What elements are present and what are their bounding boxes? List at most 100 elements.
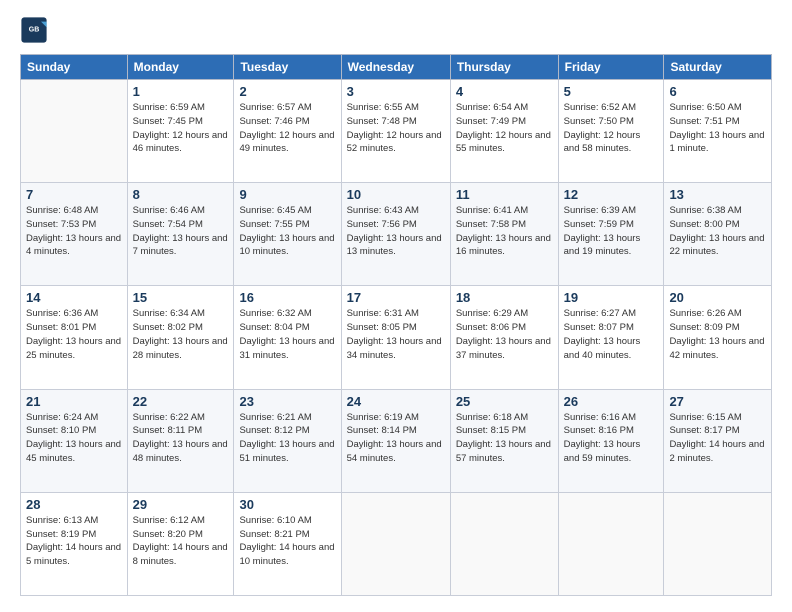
calendar-day-header: Monday bbox=[127, 55, 234, 80]
day-info: Sunrise: 6:57 AM Sunset: 7:46 PM Dayligh… bbox=[239, 101, 335, 156]
day-info: Sunrise: 6:19 AM Sunset: 8:14 PM Dayligh… bbox=[347, 411, 445, 466]
day-number: 23 bbox=[239, 394, 335, 409]
day-info: Sunrise: 6:24 AM Sunset: 8:10 PM Dayligh… bbox=[26, 411, 122, 466]
calendar-cell: 22 Sunrise: 6:22 AM Sunset: 8:11 PM Dayli… bbox=[127, 389, 234, 492]
day-number: 1 bbox=[133, 84, 229, 99]
day-info: Sunrise: 6:38 AM Sunset: 8:00 PM Dayligh… bbox=[669, 204, 766, 259]
calendar-cell: 20 Sunrise: 6:26 AM Sunset: 8:09 PM Dayli… bbox=[664, 286, 772, 389]
day-number: 9 bbox=[239, 187, 335, 202]
calendar-cell bbox=[450, 492, 558, 595]
logo: GB bbox=[20, 16, 52, 44]
day-info: Sunrise: 6:27 AM Sunset: 8:07 PM Dayligh… bbox=[564, 307, 659, 362]
day-info: Sunrise: 6:13 AM Sunset: 8:19 PM Dayligh… bbox=[26, 514, 122, 569]
day-number: 6 bbox=[669, 84, 766, 99]
calendar-cell: 19Sunrise: 6:27 AM Sunset: 8:07 PM Dayli… bbox=[558, 286, 664, 389]
calendar-cell: 21 Sunrise: 6:24 AM Sunset: 8:10 PM Dayli… bbox=[21, 389, 128, 492]
day-number: 20 bbox=[669, 290, 766, 305]
day-number: 27 bbox=[669, 394, 766, 409]
calendar-cell bbox=[558, 492, 664, 595]
calendar-cell: 17Sunrise: 6:31 AM Sunset: 8:05 PM Dayli… bbox=[341, 286, 450, 389]
day-number: 26 bbox=[564, 394, 659, 409]
day-number: 21 bbox=[26, 394, 122, 409]
day-info: Sunrise: 6:16 AM Sunset: 8:16 PM Dayligh… bbox=[564, 411, 659, 466]
svg-text:GB: GB bbox=[29, 26, 40, 33]
day-info: Sunrise: 6:59 AM Sunset: 7:45 PM Dayligh… bbox=[133, 101, 229, 156]
calendar-cell: 6 Sunrise: 6:50 AM Sunset: 7:51 PM Daylig… bbox=[664, 80, 772, 183]
calendar-cell bbox=[664, 492, 772, 595]
logo-icon: GB bbox=[20, 16, 48, 44]
calendar-cell: 18 Sunrise: 6:29 AM Sunset: 8:06 PM Dayli… bbox=[450, 286, 558, 389]
calendar-day-header: Tuesday bbox=[234, 55, 341, 80]
day-info: Sunrise: 6:41 AM Sunset: 7:58 PM Dayligh… bbox=[456, 204, 553, 259]
day-number: 11 bbox=[456, 187, 553, 202]
calendar-cell: 24 Sunrise: 6:19 AM Sunset: 8:14 PM Dayli… bbox=[341, 389, 450, 492]
day-info: Sunrise: 6:34 AM Sunset: 8:02 PM Dayligh… bbox=[133, 307, 229, 362]
day-info: Sunrise: 6:36 AM Sunset: 8:01 PM Dayligh… bbox=[26, 307, 122, 362]
day-number: 2 bbox=[239, 84, 335, 99]
day-number: 30 bbox=[239, 497, 335, 512]
day-info: Sunrise: 6:31 AM Sunset: 8:05 PM Dayligh… bbox=[347, 307, 445, 362]
calendar-cell: 11 Sunrise: 6:41 AM Sunset: 7:58 PM Dayli… bbox=[450, 183, 558, 286]
calendar-week-row: 28Sunrise: 6:13 AM Sunset: 8:19 PM Dayli… bbox=[21, 492, 772, 595]
day-info: Sunrise: 6:15 AM Sunset: 8:17 PM Dayligh… bbox=[669, 411, 766, 466]
day-info: Sunrise: 6:21 AM Sunset: 8:12 PM Dayligh… bbox=[239, 411, 335, 466]
calendar-cell: 8Sunrise: 6:46 AM Sunset: 7:54 PM Daylig… bbox=[127, 183, 234, 286]
day-number: 3 bbox=[347, 84, 445, 99]
day-info: Sunrise: 6:22 AM Sunset: 8:11 PM Dayligh… bbox=[133, 411, 229, 466]
day-number: 7 bbox=[26, 187, 122, 202]
calendar-cell: 30Sunrise: 6:10 AM Sunset: 8:21 PM Dayli… bbox=[234, 492, 341, 595]
day-info: Sunrise: 6:18 AM Sunset: 8:15 PM Dayligh… bbox=[456, 411, 553, 466]
calendar-day-header: Sunday bbox=[21, 55, 128, 80]
day-number: 10 bbox=[347, 187, 445, 202]
calendar-table: SundayMondayTuesdayWednesdayThursdayFrid… bbox=[20, 54, 772, 596]
day-info: Sunrise: 6:29 AM Sunset: 8:06 PM Dayligh… bbox=[456, 307, 553, 362]
day-number: 4 bbox=[456, 84, 553, 99]
day-number: 24 bbox=[347, 394, 445, 409]
day-number: 12 bbox=[564, 187, 659, 202]
calendar-cell: 4 Sunrise: 6:54 AM Sunset: 7:49 PM Daylig… bbox=[450, 80, 558, 183]
day-number: 29 bbox=[133, 497, 229, 512]
day-number: 15 bbox=[133, 290, 229, 305]
day-info: Sunrise: 6:48 AM Sunset: 7:53 PM Dayligh… bbox=[26, 204, 122, 259]
calendar-cell: 5 Sunrise: 6:52 AM Sunset: 7:50 PM Daylig… bbox=[558, 80, 664, 183]
calendar-cell: 10 Sunrise: 6:43 AM Sunset: 7:56 PM Dayli… bbox=[341, 183, 450, 286]
calendar-week-row: 1 Sunrise: 6:59 AM Sunset: 7:45 PM Daylig… bbox=[21, 80, 772, 183]
calendar-day-header: Friday bbox=[558, 55, 664, 80]
calendar-cell: 28Sunrise: 6:13 AM Sunset: 8:19 PM Dayli… bbox=[21, 492, 128, 595]
day-number: 16 bbox=[239, 290, 335, 305]
calendar-cell: 23 Sunrise: 6:21 AM Sunset: 8:12 PM Dayli… bbox=[234, 389, 341, 492]
calendar-cell: 29Sunrise: 6:12 AM Sunset: 8:20 PM Dayli… bbox=[127, 492, 234, 595]
calendar-cell: 1 Sunrise: 6:59 AM Sunset: 7:45 PM Daylig… bbox=[127, 80, 234, 183]
day-info: Sunrise: 6:43 AM Sunset: 7:56 PM Dayligh… bbox=[347, 204, 445, 259]
day-info: Sunrise: 6:39 AM Sunset: 7:59 PM Dayligh… bbox=[564, 204, 659, 259]
calendar-day-header: Saturday bbox=[664, 55, 772, 80]
calendar-cell: 25 Sunrise: 6:18 AM Sunset: 8:15 PM Dayli… bbox=[450, 389, 558, 492]
day-number: 25 bbox=[456, 394, 553, 409]
day-number: 13 bbox=[669, 187, 766, 202]
calendar-day-header: Thursday bbox=[450, 55, 558, 80]
day-info: Sunrise: 6:32 AM Sunset: 8:04 PM Dayligh… bbox=[239, 307, 335, 362]
calendar-week-row: 21 Sunrise: 6:24 AM Sunset: 8:10 PM Dayli… bbox=[21, 389, 772, 492]
calendar-cell bbox=[341, 492, 450, 595]
calendar-week-row: 14 Sunrise: 6:36 AM Sunset: 8:01 PM Dayli… bbox=[21, 286, 772, 389]
day-number: 22 bbox=[133, 394, 229, 409]
day-info: Sunrise: 6:52 AM Sunset: 7:50 PM Dayligh… bbox=[564, 101, 659, 156]
day-number: 14 bbox=[26, 290, 122, 305]
day-info: Sunrise: 6:46 AM Sunset: 7:54 PM Dayligh… bbox=[133, 204, 229, 259]
day-info: Sunrise: 6:45 AM Sunset: 7:55 PM Dayligh… bbox=[239, 204, 335, 259]
calendar-cell: 7 Sunrise: 6:48 AM Sunset: 7:53 PM Daylig… bbox=[21, 183, 128, 286]
calendar-cell bbox=[21, 80, 128, 183]
day-info: Sunrise: 6:26 AM Sunset: 8:09 PM Dayligh… bbox=[669, 307, 766, 362]
day-info: Sunrise: 6:50 AM Sunset: 7:51 PM Dayligh… bbox=[669, 101, 766, 156]
day-number: 18 bbox=[456, 290, 553, 305]
calendar-cell: 26 Sunrise: 6:16 AM Sunset: 8:16 PM Dayli… bbox=[558, 389, 664, 492]
day-number: 5 bbox=[564, 84, 659, 99]
calendar-day-header: Wednesday bbox=[341, 55, 450, 80]
calendar-header-row: SundayMondayTuesdayWednesdayThursdayFrid… bbox=[21, 55, 772, 80]
calendar-week-row: 7 Sunrise: 6:48 AM Sunset: 7:53 PM Daylig… bbox=[21, 183, 772, 286]
calendar-cell: 3Sunrise: 6:55 AM Sunset: 7:48 PM Daylig… bbox=[341, 80, 450, 183]
day-info: Sunrise: 6:54 AM Sunset: 7:49 PM Dayligh… bbox=[456, 101, 553, 156]
page: GB SundayMondayTuesdayWednesdayThursdayF… bbox=[0, 0, 792, 612]
calendar-cell: 12 Sunrise: 6:39 AM Sunset: 7:59 PM Dayli… bbox=[558, 183, 664, 286]
calendar-cell: 14 Sunrise: 6:36 AM Sunset: 8:01 PM Dayli… bbox=[21, 286, 128, 389]
